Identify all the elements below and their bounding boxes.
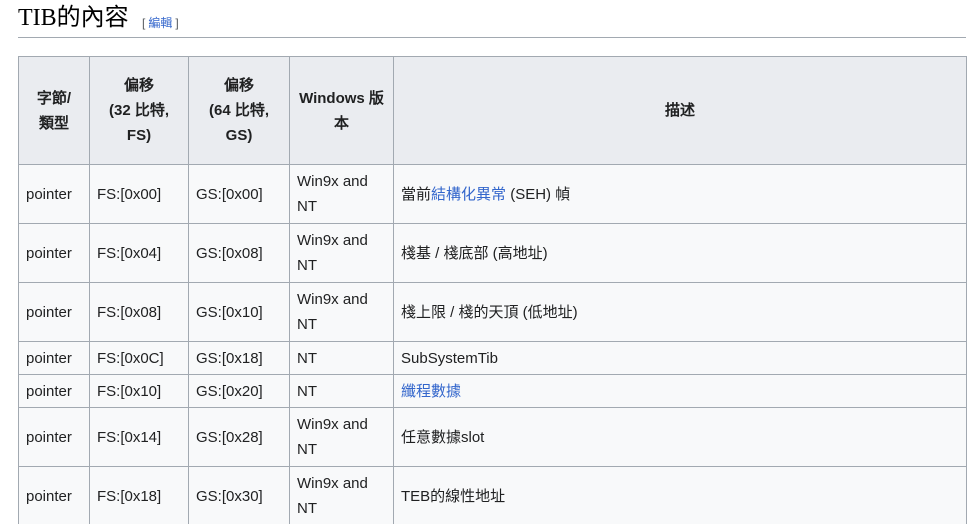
cell-offset-gs: GS:[0x00] [188,164,290,224]
cell-description: TEB的線性地址 [393,466,967,524]
cell-windows-version: Win9x and NT [289,282,394,342]
table-row: pointer FS:[0x00] GS:[0x00] Win9x and NT 當前結構… [18,164,967,224]
description-link[interactable]: 結構化異常 [431,186,506,203]
cell-type: pointer [18,341,90,375]
section-heading: TIB的內容 [編輯] [18,0,966,38]
windows-version-line1: Win9x and [297,416,368,433]
tib-table: 字節/類型 偏移 (32 比特, FS) 偏移 (64 比特, GS) Windows … [18,56,967,524]
header-type: 字節/類型 [18,56,90,165]
windows-version-line1: Win9x and [297,173,368,190]
table-row: pointer FS:[0x04] GS:[0x08] Win9x and NT 棧基 /… [18,223,967,283]
cell-offset-gs: GS:[0x08] [188,223,290,283]
windows-version-line2: NT [297,500,317,517]
description-link[interactable]: 纖程數據 [401,383,461,400]
windows-version-line1: Win9x and [297,291,368,308]
header-offset-32: 偏移 (32 比特, FS) [89,56,189,165]
description-text: 棧上限 / 棧的天頂 (低地址) [401,303,578,321]
cell-offset-gs: GS:[0x30] [188,466,290,524]
windows-version-line2: NT [297,441,317,458]
cell-offset-fs: FS:[0x04] [89,223,189,283]
page: TIB的內容 [編輯] 字節/類型 偏移 (32 比特, FS) 偏移 (64 比特,… [0,0,973,524]
cell-windows-version: Win9x and NT [289,223,394,283]
windows-version-line1: Win9x and [297,232,368,249]
cell-offset-fs: FS:[0x10] [89,374,189,408]
cell-type: pointer [18,223,90,283]
table-row: pointer FS:[0x10] GS:[0x20] NT 纖程數據 [18,374,967,408]
cell-description: SubSystemTib [393,341,967,375]
windows-version-line1: NT [297,349,317,367]
cell-description: 任意數據slot [393,407,967,467]
cell-description: 棧基 / 棧底部 (高地址) [393,223,967,283]
cell-windows-version: Win9x and NT [289,164,394,224]
cell-windows-version: Win9x and NT [289,466,394,524]
windows-version-line2: NT [297,316,317,333]
cell-windows-version: Win9x and NT [289,407,394,467]
cell-type: pointer [18,466,90,524]
table-row: pointer FS:[0x0C] GS:[0x18] NT SubSystemTib [18,341,967,375]
header-offset-64: 偏移 (64 比特, GS) [188,56,290,165]
cell-description: 纖程數據 [393,374,967,408]
cell-offset-fs: FS:[0x0C] [89,341,189,375]
cell-offset-gs: GS:[0x10] [188,282,290,342]
cell-description: 當前結構化異常 (SEH) 幀 [393,164,967,224]
table-row: pointer FS:[0x08] GS:[0x10] Win9x and NT 棧上限 … [18,282,967,342]
description-text: 當前 [401,185,432,203]
description-text: SubSystemTib [401,349,498,367]
header-windows-version: Windows 版本 [289,56,394,165]
edit-section: [編輯] [142,14,179,31]
cell-type: pointer [18,164,90,224]
header-row: 字節/類型 偏移 (32 比特, FS) 偏移 (64 比特, GS) Windows … [18,56,967,165]
cell-type: pointer [18,374,90,408]
section-title: TIB的內容 [18,5,129,31]
description-text-after: (SEH) 幀 [506,185,571,203]
cell-type: pointer [18,407,90,467]
cell-windows-version: NT [289,341,394,375]
cell-windows-version: NT [289,374,394,408]
edit-link[interactable]: 編輯 [148,16,172,30]
cell-offset-gs: GS:[0x18] [188,341,290,375]
windows-version-line1: Win9x and [297,475,368,492]
description-text: TEB的線性地址 [401,487,506,505]
table-row: pointer FS:[0x14] GS:[0x28] Win9x and NT 任意數據… [18,407,967,467]
description-text: 棧基 / 棧底部 (高地址) [401,244,548,262]
cell-description: 棧上限 / 棧的天頂 (低地址) [393,282,967,342]
cell-offset-fs: FS:[0x00] [89,164,189,224]
cell-offset-fs: FS:[0x08] [89,282,189,342]
table-row: pointer FS:[0x18] GS:[0x30] Win9x and NT TEB的… [18,466,967,524]
cell-type: pointer [18,282,90,342]
description-text: 任意數據slot [401,428,485,446]
cell-offset-fs: FS:[0x18] [89,466,189,524]
cell-offset-gs: GS:[0x28] [188,407,290,467]
cell-offset-gs: GS:[0x20] [188,374,290,408]
edit-bracket-close: ] [175,16,179,30]
windows-version-line1: NT [297,382,317,400]
windows-version-line2: NT [297,198,317,215]
windows-version-line2: NT [297,257,317,274]
edit-bracket-open: [ [142,16,146,30]
cell-offset-fs: FS:[0x14] [89,407,189,467]
header-description: 描述 [393,56,967,165]
